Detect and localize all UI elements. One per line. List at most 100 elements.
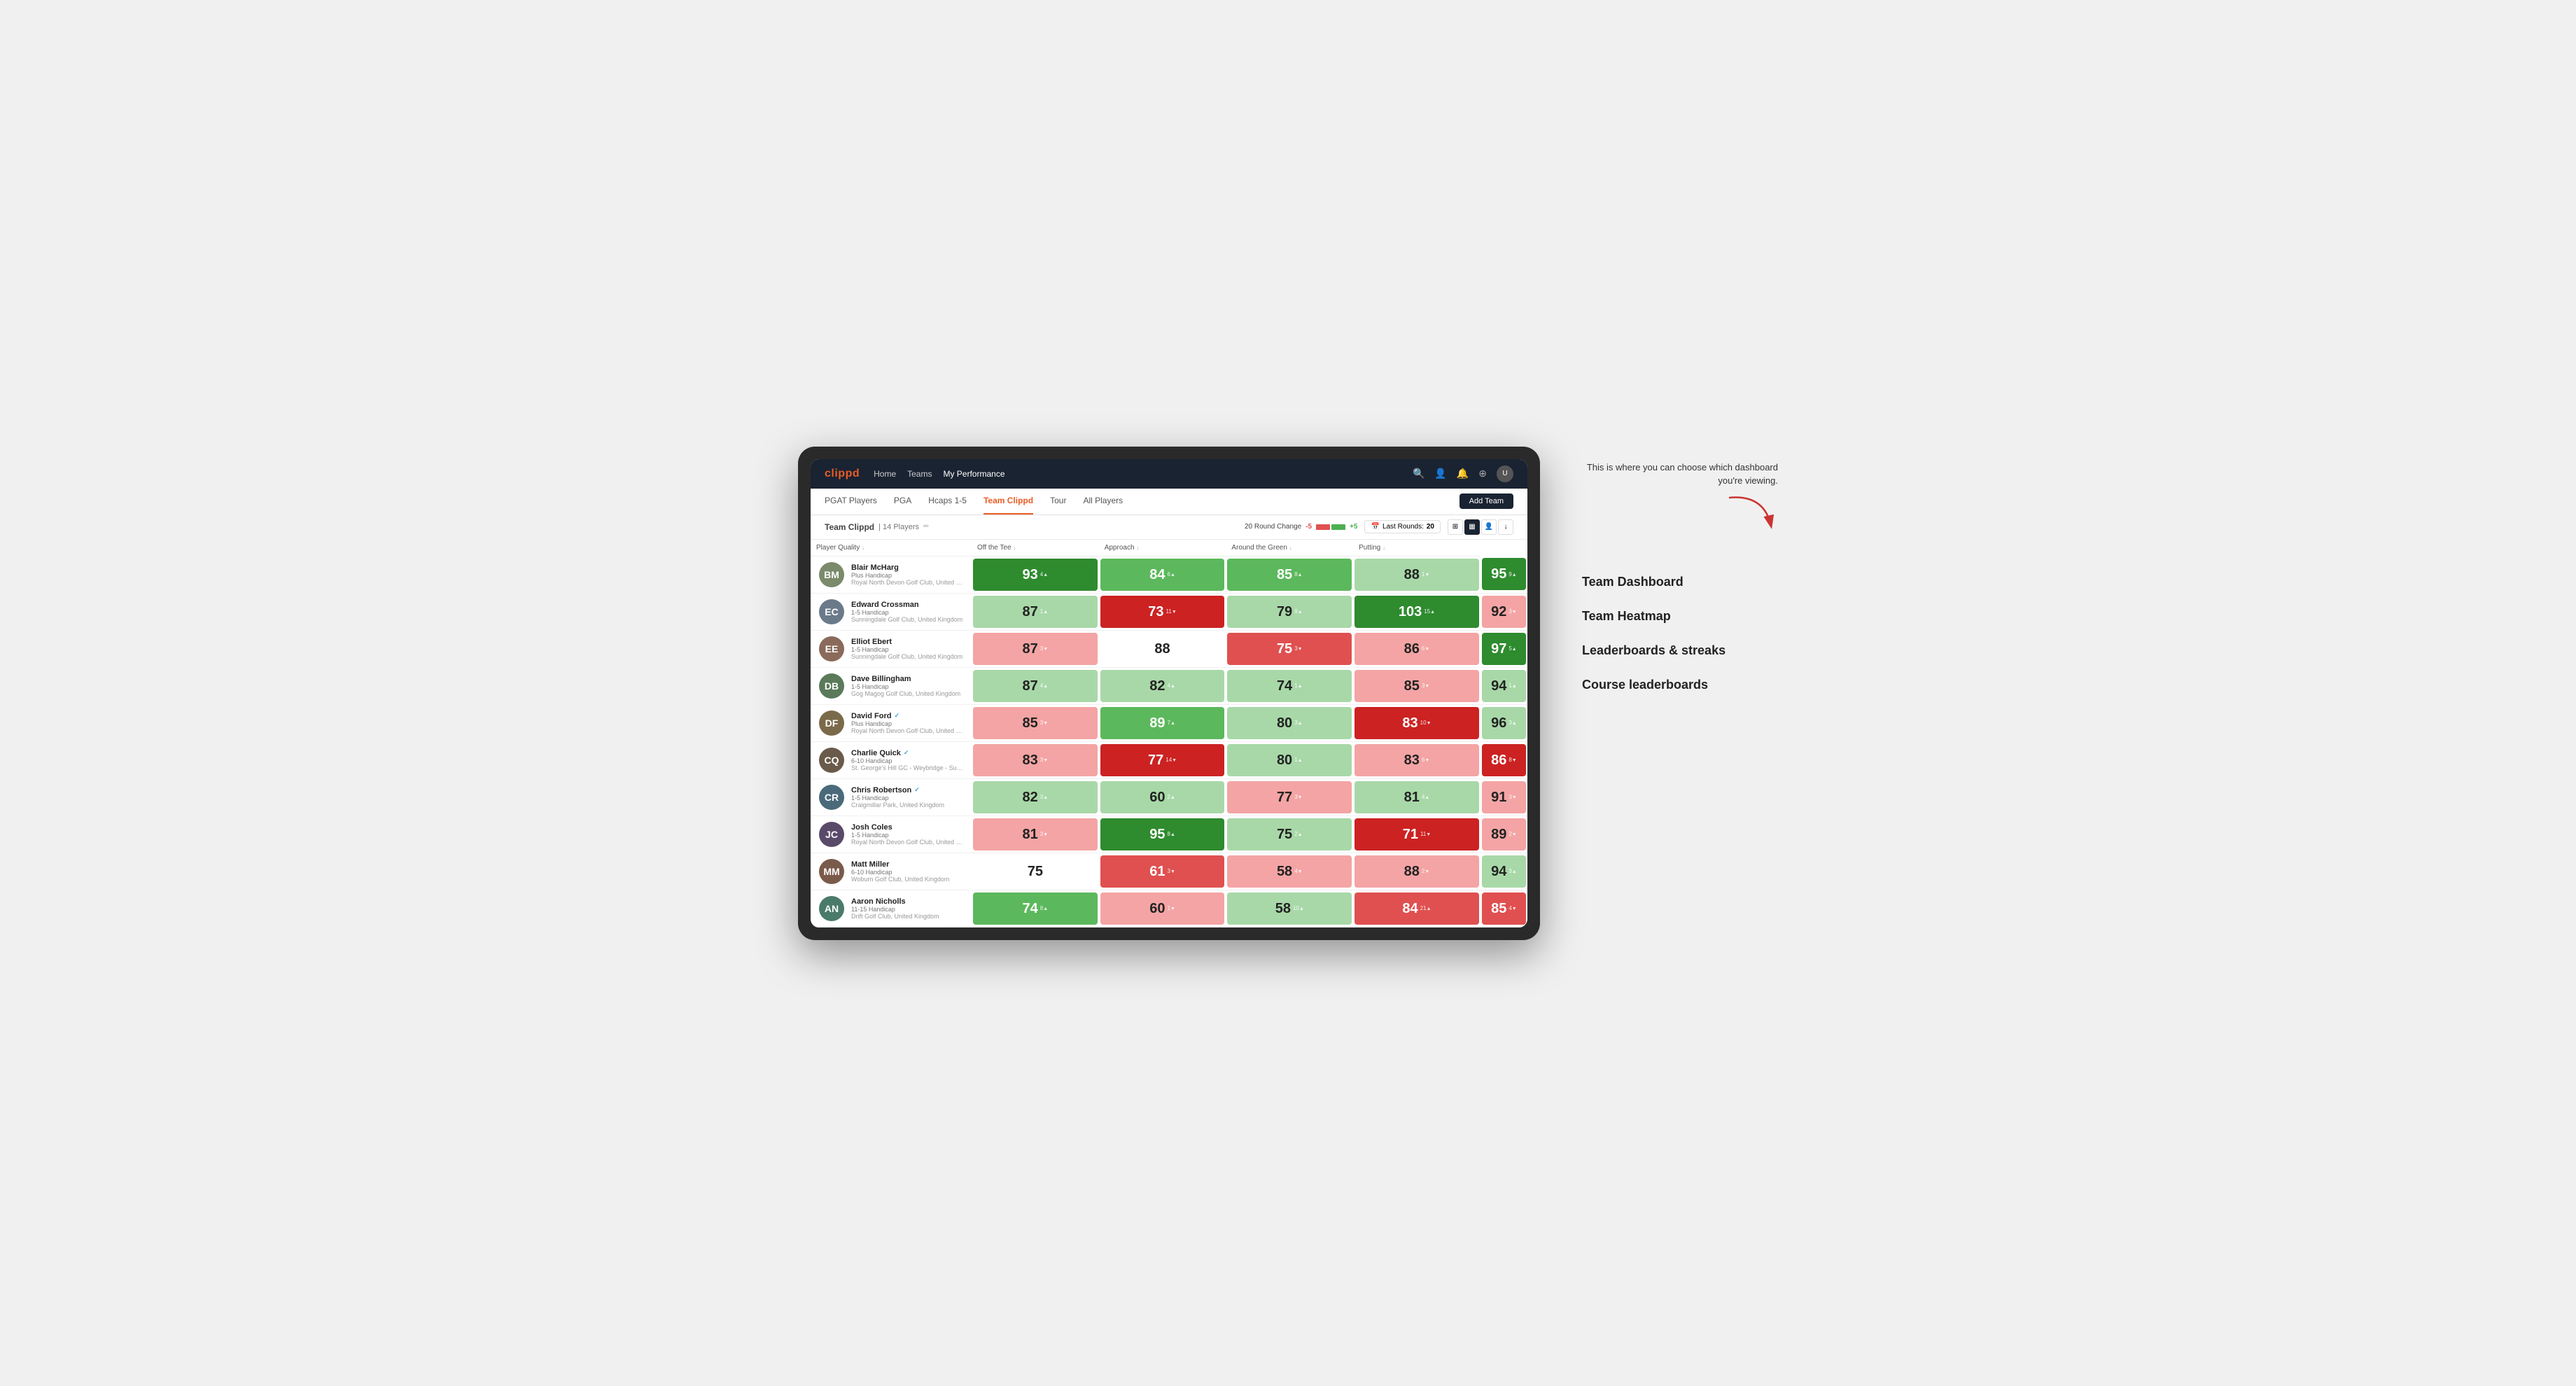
score-delta: 4▲ [1167,682,1175,690]
tablet-frame: clippd Home Teams My Performance 🔍 👤 🔔 ⊕… [798,447,1540,940]
score-change: 10▼ [1420,719,1432,727]
score-value: 84 [1149,568,1165,582]
player-avatar[interactable]: DF [819,710,844,736]
score-box: 584▼ [1227,855,1352,888]
score-box: 868▼ [1482,744,1526,776]
player-avatar[interactable]: DB [819,673,844,699]
score-delta: 3▲ [1508,719,1516,727]
subnav-hcaps[interactable]: Hcaps 1-5 [928,489,967,514]
score-cell-around-green: 853▼ [1353,667,1480,704]
score-box: 874▲ [973,670,1098,702]
score-box: 753▼ [1227,633,1352,665]
subnav-pga[interactable]: PGA [894,489,911,514]
score-change: 1▼ [1167,904,1175,912]
player-avatar[interactable]: CR [819,785,844,810]
player-avatar[interactable]: MM [819,859,844,884]
player-handicap: 11-15 Handicap [851,906,963,913]
score-value: 85 [1491,902,1506,916]
player-cell-6: CRChris Robertson✓1-5 HandicapCraigmilla… [811,778,972,816]
score-change: 9▲ [1508,570,1516,578]
score-cell-off-tee: 601▼ [1099,890,1226,927]
player-club: Woburn Golf Club, United Kingdom [851,876,963,883]
player-club: Craigmillar Park, United Kingdom [851,802,963,808]
score-change: 3▼ [1294,645,1302,652]
score-value: 73 [1148,605,1163,619]
view-download-button[interactable]: ↓ [1498,519,1513,535]
subnav-pgat[interactable]: PGAT Players [825,489,877,514]
bar-pos [1331,524,1345,530]
score-delta: 3▼ [1294,793,1302,801]
search-icon[interactable]: 🔍 [1413,468,1424,479]
score-cell-player-quality: 934▲ [972,556,1099,593]
score-cell-off-tee: 613▼ [1099,853,1226,890]
settings-icon[interactable]: ⊕ [1478,468,1487,479]
score-box: 881▼ [1354,559,1479,591]
score-value: 86 [1491,753,1506,767]
player-count: | 14 Players [878,523,919,531]
player-cell-4: DFDavid Ford✓Plus HandicapRoyal North De… [811,704,972,741]
table-area: Player Quality ↓ Off the Tee ↓ Approach … [811,540,1527,927]
sort-arrow-player[interactable]: ↓ [862,545,864,551]
player-name: Blair McHarg [851,564,963,572]
avatar[interactable]: U [1497,465,1513,482]
view-person-button[interactable]: 👤 [1481,519,1497,535]
nav-link-home[interactable]: Home [874,466,896,482]
score-value: 88 [1404,568,1420,582]
add-team-button[interactable]: Add Team [1460,493,1513,509]
score-cell-putting: 963▲ [1480,704,1527,741]
score-delta: 6▼ [1422,756,1429,764]
score-value: 94 [1491,864,1506,878]
player-avatar[interactable]: EC [819,599,844,624]
score-delta: 7▲ [1167,719,1175,727]
score-change: 1▲ [1040,608,1048,615]
verified-icon: ✓ [894,712,899,720]
score-box: 873▼ [973,633,1098,665]
view-grid-button[interactable]: ⊞ [1448,519,1463,535]
score-value: 80 [1277,716,1292,730]
team-header: Team Clippd | 14 Players ✏ 20 Round Chan… [811,515,1527,540]
score-value: 60 [1149,790,1165,804]
player-avatar[interactable]: EE [819,636,844,662]
score-cell-approach: 773▼ [1226,778,1353,816]
subnav-teamclippd[interactable]: Team Clippd [983,489,1033,514]
verified-icon: ✓ [914,786,920,794]
score-cell-putting: 943▲ [1480,853,1527,890]
score-value: 83 [1404,753,1420,767]
score-box: 88 [1100,633,1225,665]
table-header: Player Quality ↓ Off the Tee ↓ Approach … [811,540,1527,556]
edit-icon[interactable]: ✏ [923,523,929,531]
score-value: 81 [1023,827,1038,841]
score-box: 846▲ [1100,559,1225,591]
player-avatar[interactable]: JC [819,822,844,847]
score-value: 81 [1404,790,1420,804]
score-delta: 1▲ [1294,682,1302,690]
score-box: 602▲ [1100,781,1225,813]
bell-icon[interactable]: 🔔 [1457,468,1469,479]
score-value: 85 [1404,679,1420,693]
last-rounds-button[interactable]: 📅 Last Rounds: 20 [1364,520,1441,533]
score-cell-player-quality: 748▲ [972,890,1099,927]
score-cell-around-green: 882▼ [1353,853,1480,890]
score-cell-approach: 801▲ [1226,741,1353,778]
nav-link-teams[interactable]: Teams [907,466,932,482]
score-box: 773▼ [1227,781,1352,813]
player-avatar[interactable]: AN [819,896,844,921]
score-box: 836▼ [1354,744,1479,776]
subnav-allplayers[interactable]: All Players [1083,489,1123,514]
score-delta: 8▼ [1508,756,1516,764]
table-row: BMBlair McHargPlus HandicapRoyal North D… [811,556,1527,593]
score-change: 11▼ [1420,830,1431,838]
score-value: 71 [1403,827,1418,841]
subnav-tour[interactable]: Tour [1050,489,1066,514]
player-avatar[interactable]: BM [819,562,844,587]
nav-link-myperformance[interactable]: My Performance [943,466,1004,482]
score-change: 4▼ [1294,867,1302,875]
score-delta: 1▼ [1167,904,1175,912]
score-value: 85 [1023,716,1038,730]
score-value: 97 [1491,642,1506,656]
profile-icon[interactable]: 👤 [1434,468,1446,479]
view-heatmap-button[interactable]: ▦ [1464,519,1480,535]
score-value: 77 [1148,753,1163,767]
player-avatar[interactable]: CQ [819,748,844,773]
nav-right: 🔍 👤 🔔 ⊕ U [1413,465,1513,482]
